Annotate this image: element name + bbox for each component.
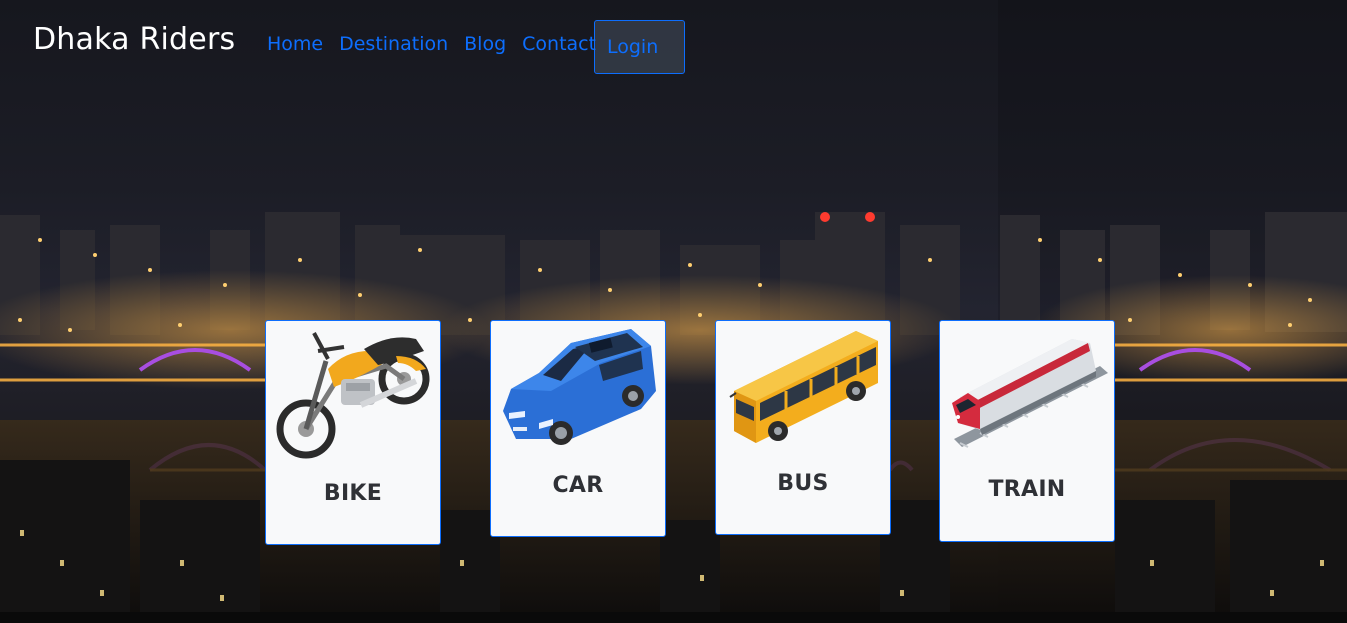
motorbike-icon <box>276 332 430 459</box>
vehicle-label-bus: BUS <box>777 471 829 496</box>
vehicle-label-bike: BIKE <box>323 481 383 506</box>
vehicle-card-train[interactable]: TRAIN <box>939 320 1115 542</box>
nav-link-blog[interactable]: Blog <box>464 30 506 58</box>
main-nav: Home Destination Blog Contact <box>267 30 612 58</box>
vehicle-label-car: CAR <box>552 473 604 498</box>
vehicle-card-car[interactable]: CAR <box>490 320 666 537</box>
vehicle-label-train: TRAIN <box>988 477 1066 502</box>
vehicle-card-bike[interactable]: BIKE <box>265 320 441 545</box>
nav-link-destination[interactable]: Destination <box>339 30 448 58</box>
vehicle-card-bus[interactable]: BUS <box>715 320 891 535</box>
nav-link-home[interactable]: Home <box>267 30 323 58</box>
bus-icon <box>729 331 878 443</box>
login-button[interactable]: Login <box>594 20 685 74</box>
brand-logo-text[interactable]: Dhaka Riders <box>33 20 235 60</box>
page: Dhaka Riders Home Destination Blog Conta… <box>0 0 1347 623</box>
city-background-image <box>0 0 1347 623</box>
nav-link-contact[interactable]: Contact <box>522 30 596 58</box>
car-icon <box>503 329 656 445</box>
train-icon <box>952 339 1108 448</box>
